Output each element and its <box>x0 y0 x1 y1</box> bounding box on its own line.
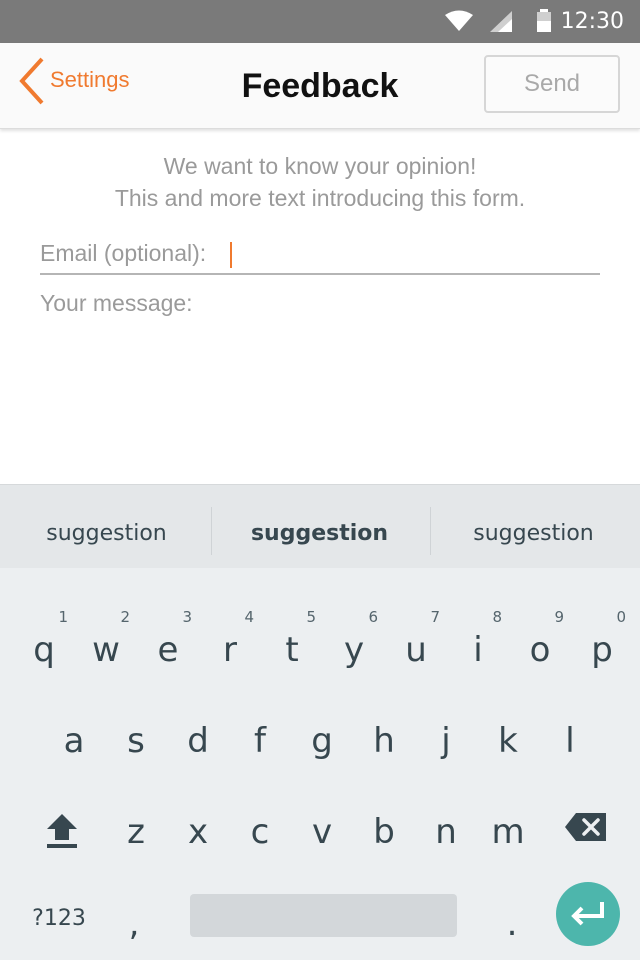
key-label: y <box>343 630 365 670</box>
key-label: s <box>127 721 145 761</box>
key-label: f <box>254 721 266 761</box>
key-hint: 1 <box>58 608 68 626</box>
key-label: m <box>491 812 525 852</box>
key-w[interactable]: 2w <box>76 608 136 688</box>
battery-icon <box>536 9 552 37</box>
key-hint: 2 <box>120 608 130 626</box>
key-s[interactable]: s <box>106 699 166 779</box>
key-o[interactable]: 9o <box>510 608 570 688</box>
suggestion-strip: suggestion suggestion suggestion <box>0 484 640 568</box>
key-n[interactable]: n <box>416 790 476 870</box>
key-label: i <box>473 630 483 670</box>
key-label: j <box>441 721 451 761</box>
key-q[interactable]: 1q <box>14 608 74 688</box>
key-u[interactable]: 7u <box>386 608 446 688</box>
key-hint: 5 <box>306 608 316 626</box>
intro-line-2: This and more text introducing this form… <box>114 185 526 211</box>
key-hint: 6 <box>368 608 378 626</box>
email-field[interactable] <box>230 238 600 272</box>
soft-keyboard: suggestion suggestion suggestion 1q 2w 3… <box>0 484 640 960</box>
key-r[interactable]: 4r <box>200 608 260 688</box>
email-label: Email (optional): <box>40 240 207 266</box>
intro-line-1: We want to know your opinion! <box>163 153 477 179</box>
backspace-key[interactable] <box>556 790 616 870</box>
key-hint: 4 <box>244 608 254 626</box>
period-key[interactable]: . <box>482 882 542 960</box>
shift-arrow-icon <box>47 814 77 848</box>
key-b[interactable]: b <box>354 790 414 870</box>
key-label: , <box>128 904 140 944</box>
key-i[interactable]: 8i <box>448 608 508 688</box>
key-label: v <box>311 812 333 852</box>
key-label: . <box>506 904 518 944</box>
key-c[interactable]: c <box>230 790 290 870</box>
key-label: p <box>591 630 613 670</box>
key-x[interactable]: x <box>168 790 228 870</box>
signal-icon <box>490 11 514 37</box>
key-hint: 7 <box>430 608 440 626</box>
key-d[interactable]: d <box>168 699 228 779</box>
key-label: e <box>157 630 179 670</box>
key-label: w <box>92 630 120 670</box>
suggestion-left[interactable]: suggestion <box>0 521 213 546</box>
key-label: r <box>223 630 237 670</box>
comma-key[interactable]: , <box>104 882 164 960</box>
key-v[interactable]: v <box>292 790 352 870</box>
key-g[interactable]: g <box>292 699 352 779</box>
key-l[interactable]: l <box>540 699 600 779</box>
key-hint: 9 <box>554 608 564 626</box>
clock: 12:30 <box>560 9 624 34</box>
key-hint: 8 <box>492 608 502 626</box>
key-p[interactable]: 0p <box>572 608 632 688</box>
key-label: u <box>405 630 427 670</box>
key-label: h <box>373 721 395 761</box>
key-j[interactable]: j <box>416 699 476 779</box>
suggestion-right[interactable]: suggestion <box>427 521 640 546</box>
key-a[interactable]: a <box>44 699 104 779</box>
enter-button[interactable] <box>556 882 620 946</box>
backspace-icon <box>565 813 606 841</box>
key-label: x <box>187 812 209 852</box>
message-field[interactable] <box>40 320 600 470</box>
status-bar: 12:30 <box>0 0 640 43</box>
key-m[interactable]: m <box>478 790 538 870</box>
space-bar[interactable] <box>190 894 457 937</box>
text-cursor <box>230 242 232 268</box>
key-label: a <box>63 721 85 761</box>
intro-text: We want to know your opinion! This and m… <box>0 150 640 214</box>
suggestion-divider <box>211 507 212 555</box>
key-e[interactable]: 3e <box>138 608 198 688</box>
key-hint: 0 <box>616 608 626 626</box>
key-label: ?123 <box>32 906 86 931</box>
send-button[interactable]: Send <box>484 55 620 113</box>
key-k[interactable]: k <box>478 699 538 779</box>
suggestion-center[interactable]: suggestion <box>213 521 426 546</box>
key-label: q <box>33 630 55 670</box>
key-label: d <box>187 721 209 761</box>
key-f[interactable]: f <box>230 699 290 779</box>
key-label: n <box>435 812 457 852</box>
shift-key[interactable] <box>32 790 92 870</box>
key-h[interactable]: h <box>354 699 414 779</box>
symbols-key[interactable]: ?123 <box>24 882 94 960</box>
enter-icon <box>571 902 604 926</box>
key-z[interactable]: z <box>106 790 166 870</box>
key-label: o <box>529 630 551 670</box>
action-bar: Settings Feedback Send <box>0 43 640 129</box>
key-label: b <box>373 812 395 852</box>
message-label: Your message: <box>40 290 193 316</box>
key-label: t <box>285 630 299 670</box>
key-t[interactable]: 5t <box>262 608 322 688</box>
key-label: z <box>127 812 145 852</box>
key-label: g <box>311 721 333 761</box>
key-hint: 3 <box>182 608 192 626</box>
key-y[interactable]: 6y <box>324 608 384 688</box>
key-label: l <box>565 721 575 761</box>
email-field-row: Email (optional): <box>40 238 600 275</box>
wifi-icon <box>444 10 474 36</box>
key-label: k <box>498 721 518 761</box>
key-label: c <box>250 812 270 852</box>
